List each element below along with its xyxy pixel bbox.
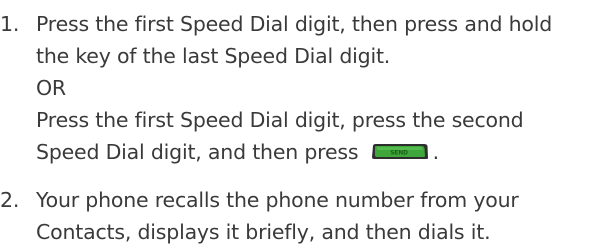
step-1-text-after-key: . bbox=[432, 140, 440, 164]
step-1-text-line-4: Speed Dial digit, and then press SEND . bbox=[36, 136, 439, 169]
step-1-text-line-2: the key of the last Speed Dial digit. bbox=[36, 44, 391, 68]
send-key-label: SEND bbox=[390, 149, 408, 156]
instruction-list: 1. Press the first Speed Dial digit, the… bbox=[0, 0, 596, 251]
step-1-text-before-key: Speed Dial digit, and then press bbox=[36, 140, 359, 164]
step-1-text-line-3: Press the first Speed Dial digit, press … bbox=[36, 108, 524, 132]
step-2-number: 2. bbox=[0, 188, 20, 212]
send-key-icon: SEND bbox=[371, 143, 429, 160]
step-1-or-separator: OR bbox=[36, 76, 66, 100]
step-2-text-line-2: Contacts, displays it briefly, and then … bbox=[36, 220, 491, 244]
step-2-text-line-1: Your phone recalls the phone number from… bbox=[36, 188, 519, 212]
step-1-text-line-1: Press the first Speed Dial digit, then p… bbox=[36, 12, 553, 36]
step-1-number: 1. bbox=[0, 12, 20, 36]
